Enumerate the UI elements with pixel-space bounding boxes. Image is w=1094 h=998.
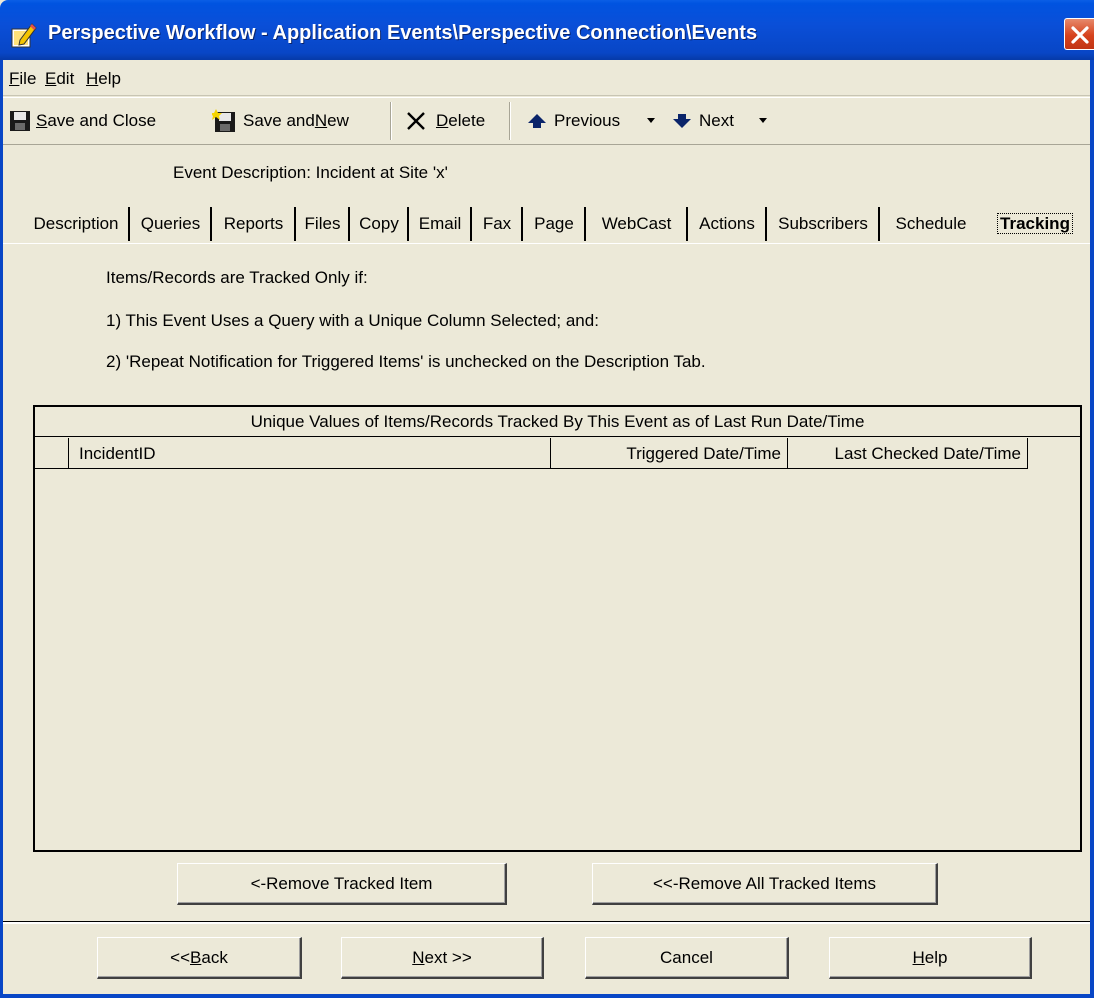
tab-email[interactable]: Email [410,207,472,241]
tab-files[interactable]: Files [297,207,350,241]
column-header-triggered[interactable]: Triggered Date/Time [551,438,788,469]
next-dropdown-button[interactable] [758,98,768,144]
x-delete-icon [407,112,425,130]
menu-bar: File Edit Help [0,60,1094,96]
column-header-last-checked[interactable]: Last Checked Date/Time [788,438,1028,469]
pencil-edit-icon [11,23,37,48]
toolbar: Save and Close Save and New Delete Previ… [0,97,1094,145]
window-title: Perspective Workflow - Application Event… [48,22,758,44]
event-description: Event Description: Incident at Site 'x' [173,163,448,182]
window-frame-left [0,60,3,998]
cancel-button[interactable]: Cancel [585,937,789,979]
tab-reports[interactable]: Reports [213,207,296,241]
remove-all-tracked-items-button[interactable]: <<-Remove All Tracked Items [592,863,938,905]
close-icon [1071,26,1089,44]
tab-copy[interactable]: Copy [351,207,409,241]
window-frame-right [1090,60,1094,998]
save-and-new-button[interactable]: Save and New [212,98,349,144]
footer-divider [0,921,1094,924]
row-selector-header[interactable] [35,438,69,469]
next-button[interactable]: Next >> [341,937,544,979]
tab-webcast[interactable]: WebCast [587,207,688,241]
toolbar-separator [509,102,511,140]
dropdown-arrow-icon [759,118,767,123]
floppy-disk-icon [10,111,30,131]
menu-edit[interactable]: Edit [45,69,74,89]
tab-tracking[interactable]: Tracking [982,204,1088,244]
title-bar[interactable]: Perspective Workflow - Application Event… [0,0,1094,60]
tab-subscribers[interactable]: Subscribers [768,207,880,241]
tab-actions[interactable]: Actions [689,207,767,241]
tab-queries[interactable]: Queries [131,207,212,241]
menu-help[interactable]: Help [86,69,121,89]
toolbar-separator [390,102,392,140]
close-button[interactable] [1064,18,1094,50]
previous-button[interactable]: Previous [526,98,620,144]
floppy-disk-new-icon [212,109,235,132]
menu-file[interactable]: File [9,69,36,89]
delete-button[interactable]: Delete [405,98,485,144]
back-button[interactable]: << Back [97,937,302,979]
tab-fax[interactable]: Fax [473,207,523,241]
arrow-down-icon [673,114,691,128]
tab-page[interactable]: Page [524,207,586,241]
info-line-2: 1) This Event Uses a Query with a Unique… [106,311,599,330]
column-header-incidentid[interactable]: IncidentID [69,438,551,469]
grid-title: Unique Values of Items/Records Tracked B… [35,407,1080,437]
tab-schedule[interactable]: Schedule [881,207,981,241]
info-line-3: 2) 'Repeat Notification for Triggered It… [106,352,706,371]
dropdown-arrow-icon [647,118,655,123]
remove-tracked-item-button[interactable]: <-Remove Tracked Item [177,863,507,905]
next-toolbar-button[interactable]: Next [671,98,734,144]
window-frame-bottom [0,994,1094,998]
info-line-1: Items/Records are Tracked Only if: [106,268,368,287]
save-and-close-button[interactable]: Save and Close [9,98,156,144]
arrow-up-icon [528,114,546,128]
tracked-items-grid[interactable]: Unique Values of Items/Records Tracked B… [33,405,1082,852]
previous-dropdown-button[interactable] [646,98,656,144]
tab-content-border [1,243,1090,244]
help-button[interactable]: Help [829,937,1032,979]
tab-description[interactable]: Description [24,207,130,241]
